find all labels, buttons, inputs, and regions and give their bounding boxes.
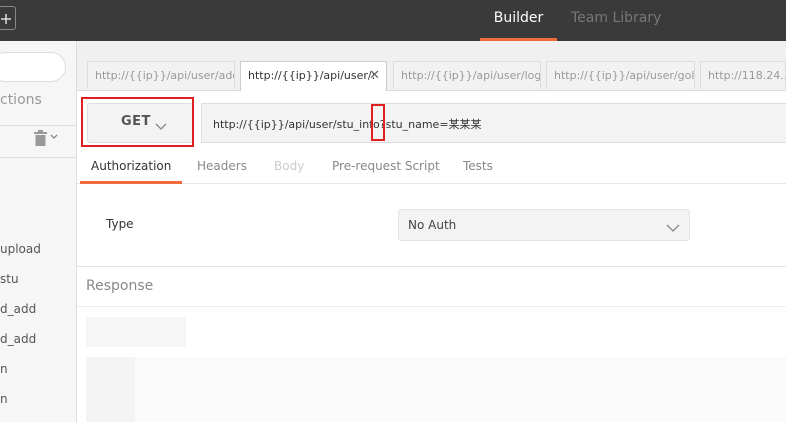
- tab-tests[interactable]: Tests: [463, 159, 493, 173]
- new-window-icon[interactable]: [0, 6, 16, 30]
- sidebar-search-input[interactable]: [0, 52, 66, 82]
- tab-authorization[interactable]: Authorization: [91, 159, 171, 173]
- sidebar-item[interactable]: n: [0, 362, 8, 376]
- top-bar: [0, 0, 786, 41]
- response-gutter-placeholder: [86, 357, 135, 422]
- response-status-placeholder: [86, 317, 186, 347]
- request-tab[interactable]: http://{{ip}}/api/user/login: [393, 61, 541, 89]
- divider: [77, 306, 786, 307]
- method-highlight-box: [81, 97, 194, 147]
- trash-icon[interactable]: [34, 130, 47, 150]
- divider: [77, 266, 786, 267]
- chevron-down-icon[interactable]: [50, 133, 58, 143]
- request-tab[interactable]: http://{{ip}}/api/user/add_s: [87, 61, 235, 89]
- request-tab-label: http://{{ip}}/api/user/gold_a: [554, 69, 695, 82]
- nav-builder[interactable]: Builder: [480, 0, 557, 41]
- sidebar-item[interactable]: upload: [0, 242, 41, 256]
- tab-headers[interactable]: Headers: [197, 159, 247, 173]
- sidebar-item[interactable]: d_add: [0, 332, 36, 346]
- auth-type-label: Type: [106, 217, 134, 231]
- request-tab-label: http://118.24.3.: [708, 69, 786, 82]
- request-tab-label: http://{{ip}}/api/user/login: [401, 69, 541, 82]
- nav-team-library[interactable]: Team Library: [571, 0, 661, 41]
- tab-body[interactable]: Body: [274, 159, 304, 173]
- close-icon[interactable]: ✕: [369, 62, 380, 90]
- sidebar-collections-tab[interactable]: ctions: [0, 92, 42, 108]
- sidebar-divider: [0, 157, 76, 158]
- chevron-down-icon: [666, 218, 680, 237]
- tab-pre-request-script[interactable]: Pre-request Script: [332, 159, 440, 173]
- request-tab-label: http://{{ip}}/api/user/:: [248, 69, 376, 82]
- request-tab[interactable]: http://118.24.3.: [700, 61, 786, 89]
- response-body-placeholder: [86, 357, 786, 422]
- request-tab[interactable]: http://{{ip}}/api/user/gold_a: [546, 61, 695, 89]
- sidebar-divider: [0, 125, 76, 126]
- sidebar-item[interactable]: d_add: [0, 302, 36, 316]
- request-tab-label: http://{{ip}}/api/user/add_s: [95, 69, 234, 82]
- auth-type-value: No Auth: [408, 218, 457, 232]
- sidebar-item[interactable]: stu: [0, 272, 19, 286]
- url-highlight-box: [371, 104, 385, 141]
- active-tab-indicator: [80, 181, 182, 184]
- request-tab-active[interactable]: http://{{ip}}/api/user/: ✕: [240, 61, 387, 91]
- url-text: http://{{ip}}/api/user/stu_info?stu_name…: [213, 118, 482, 131]
- sidebar-item[interactable]: n: [0, 392, 8, 406]
- response-label: Response: [86, 278, 154, 294]
